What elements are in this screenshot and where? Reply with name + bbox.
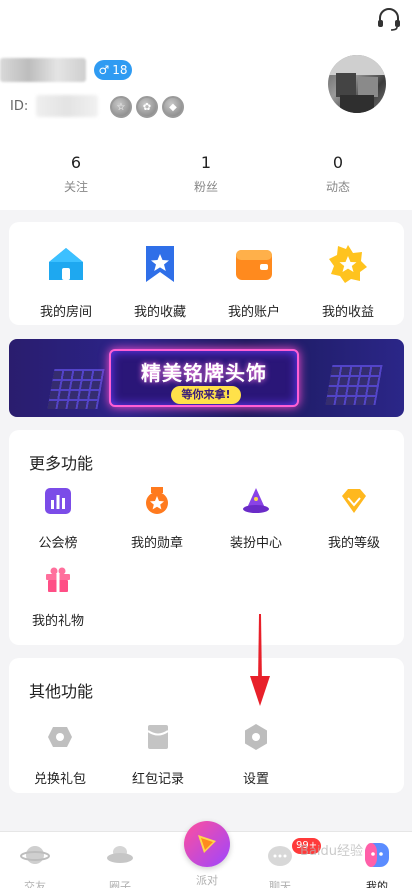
stat-label: 粉丝 — [193, 180, 218, 194]
avatar[interactable] — [328, 55, 386, 113]
tab-make-friends[interactable]: 交友 — [5, 840, 65, 888]
other-label: 红包记录 — [131, 772, 184, 787]
promo-banner[interactable]: 精美铭牌头饰 等你来拿! — [9, 339, 404, 417]
profile-icon — [365, 843, 389, 867]
red-envelope-icon — [147, 725, 169, 749]
star-badge-icon — [329, 245, 367, 283]
other-label: 设置 — [242, 772, 269, 787]
male-icon: ♂ — [98, 63, 110, 77]
bookmark-star-icon — [146, 246, 174, 282]
quick-label: 我的房间 — [39, 305, 92, 320]
medal-icon — [146, 487, 168, 514]
watermark: Baidu经验 — [300, 844, 363, 859]
id-value-blurred — [36, 95, 98, 117]
more-label: 我的等级 — [327, 536, 380, 551]
section-title: 其他功能 — [29, 682, 94, 701]
tab-label: 我的 — [366, 880, 388, 888]
more-label: 我的勋章 — [130, 536, 183, 551]
quick-my-room[interactable]: 我的房间 — [21, 244, 111, 320]
other-functions-card: 其他功能 兑换礼包 红包记录 设置 — [9, 658, 404, 793]
tab-label: 圈子 — [109, 880, 131, 888]
stat-following[interactable]: 6 关注 — [36, 153, 116, 195]
chat-icon — [268, 846, 292, 866]
quick-my-account[interactable]: 我的账户 — [209, 244, 299, 320]
banner-decoration — [325, 365, 383, 405]
gift-icon — [46, 567, 70, 592]
quick-label: 我的收藏 — [133, 305, 186, 320]
stat-value: 0 — [332, 153, 344, 172]
redeem-icon — [48, 727, 72, 747]
more-my-medals[interactable]: 我的勋章 — [112, 486, 202, 551]
planet-icon — [20, 846, 50, 864]
id-label: ID: — [10, 99, 29, 114]
stat-label: 关注 — [63, 180, 88, 194]
wallet-icon — [236, 250, 272, 280]
wizard-hat-icon — [243, 488, 269, 513]
ufo-icon — [107, 846, 133, 863]
banner-title: 精美铭牌头饰 — [141, 361, 267, 385]
settings-icon — [245, 724, 267, 750]
quick-label: 我的账户 — [227, 305, 280, 320]
stat-value: 1 — [200, 153, 212, 172]
gear-badge-icon[interactable]: ✿ — [136, 96, 158, 118]
party-icon — [198, 835, 216, 853]
stat-posts[interactable]: 0 动态 — [298, 153, 378, 195]
other-label: 兑换礼包 — [33, 772, 86, 787]
level-badge-icon[interactable]: ☆ — [110, 96, 132, 118]
more-my-level[interactable]: 我的等级 — [309, 486, 399, 551]
headset-icon[interactable] — [376, 6, 402, 32]
tab-circles[interactable]: 圈子 — [90, 840, 150, 888]
more-label: 公会榜 — [38, 536, 78, 551]
tab-label: 交友 — [24, 880, 46, 888]
other-settings[interactable]: 设置 — [211, 722, 301, 787]
banner-frame: 精美铭牌头饰 等你来拿! — [109, 349, 299, 407]
other-red-envelope-records[interactable]: 红包记录 — [113, 722, 203, 787]
more-label: 我的礼物 — [31, 614, 84, 629]
quick-actions-card: 我的房间 我的收藏 我的账户 我的收益 — [9, 222, 404, 325]
diamond-icon — [342, 489, 366, 513]
banner-subtitle: 等你来拿! — [171, 386, 241, 404]
gender-age-badge: ♂ 18 — [94, 60, 132, 80]
quick-my-earnings[interactable]: 我的收益 — [303, 244, 393, 320]
home-icon — [49, 248, 83, 280]
username-blurred — [0, 58, 86, 82]
rank-badge-icon[interactable]: ◆ — [162, 96, 184, 118]
tab-label: 聊天 — [269, 880, 291, 888]
more-dressup-center[interactable]: 装扮中心 — [211, 486, 301, 551]
age-value: 18 — [112, 63, 128, 77]
more-functions-card: 更多功能 公会榜 我的勋章 装扮中心 我的等级 我的礼物 — [9, 430, 404, 645]
bar-chart-icon — [45, 488, 71, 514]
section-title: 更多功能 — [29, 454, 94, 473]
banner-decoration — [47, 369, 105, 409]
red-arrow-annotation — [250, 614, 270, 706]
stat-value: 6 — [70, 153, 82, 172]
more-my-gifts[interactable]: 我的礼物 — [13, 564, 103, 629]
more-label: 装扮中心 — [229, 536, 282, 551]
tab-party-button[interactable] — [184, 821, 230, 867]
quick-my-favorites[interactable]: 我的收藏 — [115, 244, 205, 320]
stat-label: 动态 — [325, 180, 350, 194]
more-guild-rank[interactable]: 公会榜 — [13, 486, 103, 551]
stat-followers[interactable]: 1 粉丝 — [166, 153, 246, 195]
other-redeem-gift[interactable]: 兑换礼包 — [15, 722, 105, 787]
tab-party-label: 派对 — [196, 874, 218, 887]
quick-label: 我的收益 — [321, 305, 374, 320]
